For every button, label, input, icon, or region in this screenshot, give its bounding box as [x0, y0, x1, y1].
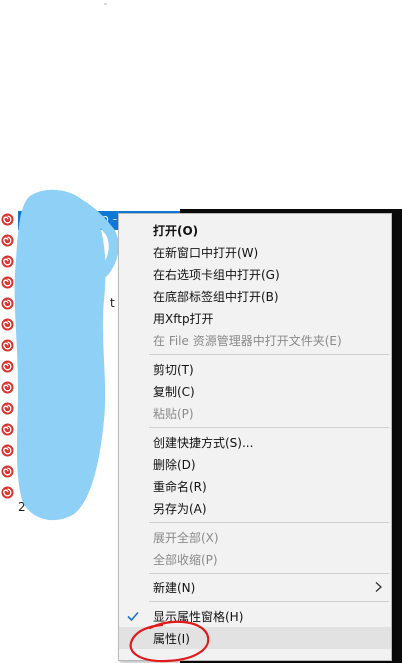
session-row-label: 2: [18, 500, 26, 514]
session-row-label: t: [110, 296, 115, 310]
menu-item-open-right-tab-group[interactable]: 在右选项卡组中打开(G): [119, 263, 391, 285]
session-swirl-icon: [1, 213, 14, 226]
menu-item-label: 在新窗口中打开(W): [153, 246, 259, 260]
session-swirl-icon: [1, 339, 14, 352]
menu-item-rename[interactable]: 重命名(R): [119, 475, 391, 497]
menu-item-label: 展开全部(X): [153, 531, 219, 545]
menu-item-open-new-window[interactable]: 在新窗口中打开(W): [119, 241, 391, 263]
menu-item-properties[interactable]: 属性(I): [119, 627, 391, 649]
session-swirl-icon: [1, 444, 14, 457]
menu-separator: [149, 573, 389, 574]
menu-item-label: 创建快捷方式(S)...: [153, 436, 254, 450]
session-row[interactable]: [0, 273, 130, 294]
menu-item-cut[interactable]: 剪切(T): [119, 358, 391, 380]
session-row[interactable]: [0, 252, 130, 273]
session-swirl-icon: [1, 402, 14, 415]
menu-item-label: 全部收缩(P): [153, 553, 218, 567]
menu-item-label: 粘贴(P): [153, 407, 194, 421]
menu-item-paste: 粘贴(P): [119, 402, 391, 424]
session-swirl-icon: [1, 465, 14, 478]
menu-item-label: 删除(D): [153, 458, 196, 472]
selected-session-label: 4 wp -: [80, 212, 118, 226]
session-row[interactable]: t: [0, 294, 130, 315]
menu-item-show-properties-pane[interactable]: 显示属性窗格(H): [119, 605, 391, 627]
check-icon: [127, 611, 139, 622]
chevron-right-icon: [375, 582, 382, 592]
session-swirl-icon: [1, 360, 14, 373]
menu-item-label: 在底部标签组中打开(B): [153, 290, 279, 304]
session-row[interactable]: [0, 315, 130, 336]
stray-pixel: [104, 3, 107, 5]
session-swirl-icon: [1, 381, 14, 394]
session-row[interactable]: [0, 231, 130, 252]
menu-item-label: 在右选项卡组中打开(G): [153, 268, 280, 282]
menu-item-create-shortcut[interactable]: 创建快捷方式(S)...: [119, 431, 391, 453]
session-row[interactable]: 2: [0, 498, 130, 519]
session-row[interactable]: [0, 357, 130, 378]
menu-item-label: 新建(N): [153, 581, 196, 595]
session-swirl-icon: [1, 234, 14, 247]
menu-item-label: 打开(O): [153, 224, 199, 238]
menu-item-label: 剪切(T): [153, 363, 194, 377]
menu-item-collapse-all: 全部收缩(P): [119, 548, 391, 570]
screen: t 2 4 wp - 打开(O) 在新窗口中打开(W) 在右选项卡组中打开(G)…: [0, 0, 402, 663]
menu-item-label: 显示属性窗格(H): [153, 610, 244, 624]
menu-item-expand-all: 展开全部(X): [119, 526, 391, 548]
menu-item-delete[interactable]: 删除(D): [119, 453, 391, 475]
context-menu: 打开(O) 在新窗口中打开(W) 在右选项卡组中打开(G) 在底部标签组中打开(…: [118, 213, 392, 661]
session-row[interactable]: [0, 399, 130, 420]
menu-separator: [149, 354, 389, 355]
menu-item-label: 重命名(R): [153, 480, 207, 494]
session-row[interactable]: [0, 336, 130, 357]
menu-item-label: 另存为(A): [153, 502, 207, 516]
menu-item-open-in-explorer: 在 File 资源管理器中打开文件夹(E): [119, 329, 391, 351]
session-swirl-icon: [1, 276, 14, 289]
menu-separator: [149, 601, 389, 602]
session-row[interactable]: [0, 420, 130, 441]
menu-item-copy[interactable]: 复制(C): [119, 380, 391, 402]
menu-item-open-bottom-tab-group[interactable]: 在底部标签组中打开(B): [119, 285, 391, 307]
session-row[interactable]: [0, 378, 130, 399]
menu-separator: [149, 427, 389, 428]
menu-item-new[interactable]: 新建(N): [119, 576, 391, 598]
menu-item-label: 用Xftp打开: [153, 312, 214, 326]
session-row[interactable]: [0, 462, 130, 483]
menu-item-open[interactable]: 打开(O): [119, 219, 391, 241]
menu-item-label: 属性(I): [153, 632, 190, 646]
menu-item-label: 复制(C): [153, 385, 195, 399]
menu-item-open-with-xftp[interactable]: 用Xftp打开: [119, 307, 391, 329]
session-swirl-icon: [1, 297, 14, 310]
menu-item-save-as[interactable]: 另存为(A): [119, 497, 391, 519]
session-swirl-icon: [1, 423, 14, 436]
menu-separator: [149, 522, 389, 523]
session-swirl-icon: [1, 318, 14, 331]
menu-item-label: 在 File 资源管理器中打开文件夹(E): [153, 334, 342, 348]
session-row[interactable]: [0, 441, 130, 462]
session-swirl-icon: [1, 255, 14, 268]
